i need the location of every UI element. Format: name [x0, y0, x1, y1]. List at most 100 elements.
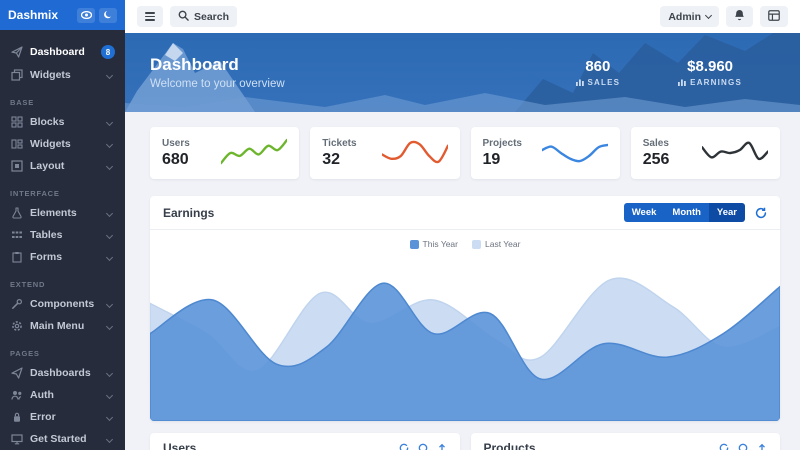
sidebar-item-widgets[interactable]: Widgets — [0, 133, 125, 155]
sidebar-item-dashboard[interactable]: Dashboard 8 — [0, 40, 125, 64]
chart-legend: This Year Last Year — [150, 230, 780, 251]
sidebar-item-label: Tables — [30, 229, 100, 241]
sales-value: 860 — [576, 58, 621, 75]
bottom-cards-row: Users Products — [150, 433, 780, 450]
users-list-card: Users — [150, 433, 460, 450]
stat-label: Tickets — [322, 138, 356, 149]
admin-menu-button[interactable]: Admin — [660, 6, 719, 27]
earnings-value: $8.960 — [678, 58, 742, 75]
fullscreen-icon[interactable] — [738, 443, 748, 450]
chevron-down-icon — [106, 71, 113, 78]
widgets-icon — [10, 138, 23, 150]
legend-label: Last Year — [485, 239, 520, 249]
legend-swatch — [410, 240, 419, 249]
sidebar-section-pages: PAGES — [0, 337, 125, 362]
stat-label: Projects — [483, 138, 522, 149]
legend-label: This Year — [423, 239, 458, 249]
wrench-icon — [10, 298, 23, 310]
chevron-down-icon — [705, 12, 712, 19]
card-title: Products — [484, 441, 720, 450]
stat-value: 256 — [643, 151, 670, 169]
refresh-icon[interactable] — [755, 207, 767, 219]
apps-grid-icon — [768, 10, 780, 24]
sidebar-header: Dashmix — [0, 0, 125, 30]
stat-value: 680 — [162, 151, 190, 169]
page-title: Dashboard — [150, 55, 285, 75]
fullscreen-icon[interactable] — [418, 443, 428, 450]
hero-banner: Dashboard Welcome to your overview 860 S… — [125, 33, 800, 112]
side-overlay-button[interactable] — [760, 6, 788, 27]
sidebar-item-label: Elements — [30, 207, 100, 219]
sidebar-section-interface: INTERFACE — [0, 177, 125, 202]
sidebar-item-elements[interactable]: Elements — [0, 202, 125, 224]
search-button[interactable]: Search — [170, 6, 237, 27]
app-root: Dashmix Dashboard 8 Widgets BASE — [0, 0, 800, 450]
earnings-card: Earnings Week Month Year This Year — [150, 196, 780, 421]
sidebar-item-get-started[interactable]: Get Started — [0, 428, 125, 450]
stat-value: 32 — [322, 151, 356, 169]
chevron-down-icon — [106, 140, 113, 147]
sidebar: Dashmix Dashboard 8 Widgets BASE — [0, 0, 125, 450]
legend-this-year: This Year — [410, 239, 458, 249]
sales-sparkline — [702, 136, 768, 170]
paper-plane-icon — [10, 367, 23, 379]
admin-label: Admin — [668, 11, 701, 23]
search-label: Search — [194, 11, 229, 23]
stat-cards-row: Users 680 Tickets 32 Projects 19 Sales — [150, 127, 780, 179]
legend-swatch — [472, 240, 481, 249]
main-area: Search Admin Dashboard — [125, 0, 800, 450]
chevron-down-icon — [106, 435, 113, 442]
search-icon — [178, 10, 189, 24]
gear-icon — [10, 320, 23, 332]
sidebar-toggle-button[interactable] — [137, 6, 163, 27]
chevron-down-icon — [106, 300, 113, 307]
sidebar-item-layout[interactable]: Layout — [0, 155, 125, 177]
chevron-down-icon — [106, 369, 113, 376]
sidebar-item-page-kits[interactable]: Widgets — [0, 64, 125, 86]
users-icon — [10, 389, 23, 401]
chevron-down-icon — [106, 209, 113, 216]
sidebar-item-auth[interactable]: Auth — [0, 384, 125, 406]
brand-logo: Dashmix — [8, 8, 73, 22]
chevron-down-icon — [106, 413, 113, 420]
sidebar-item-blocks[interactable]: Blocks — [0, 111, 125, 133]
refresh-icon[interactable] — [399, 443, 409, 450]
sidebar-item-label: Widgets — [30, 138, 100, 150]
sidebar-item-label: Layout — [30, 160, 100, 172]
range-year-button[interactable]: Year — [709, 203, 745, 222]
options-icon[interactable] — [757, 443, 767, 450]
sidebar-item-main-menu[interactable]: Main Menu — [0, 315, 125, 337]
sidebar-item-dashboards[interactable]: Dashboards — [0, 362, 125, 384]
notifications-button[interactable] — [726, 6, 753, 27]
chevron-down-icon — [106, 322, 113, 329]
notification-badge: 8 — [101, 45, 115, 59]
range-week-button[interactable]: Week — [624, 203, 665, 222]
eye-icon[interactable] — [77, 8, 95, 23]
chevron-down-icon — [106, 391, 113, 398]
options-icon[interactable] — [437, 443, 447, 450]
legend-last-year: Last Year — [472, 239, 520, 249]
range-button-group: Week Month Year — [624, 203, 745, 222]
sidebar-item-error[interactable]: Error — [0, 406, 125, 428]
bell-icon — [734, 9, 745, 24]
sidebar-item-label: Main Menu — [30, 320, 100, 332]
earnings-stat: $8.960 EARNINGS — [678, 58, 742, 88]
sidebar-section-base: BASE — [0, 86, 125, 111]
stat-label: Sales — [643, 138, 670, 149]
sidebar-item-tables[interactable]: Tables — [0, 224, 125, 246]
stat-value: 19 — [483, 151, 522, 169]
layout-icon — [10, 160, 23, 172]
sales-stat-card: Sales 256 — [631, 127, 780, 179]
content-area: Users 680 Tickets 32 Projects 19 Sales — [125, 112, 800, 450]
sidebar-item-components[interactable]: Components — [0, 293, 125, 315]
earnings-card-header: Earnings Week Month Year — [150, 196, 780, 230]
projects-sparkline — [542, 136, 608, 170]
sidebar-item-forms[interactable]: Forms — [0, 246, 125, 268]
dark-mode-moon-icon[interactable] — [99, 8, 117, 23]
range-month-button[interactable]: Month — [664, 203, 709, 222]
sidebar-item-label: Auth — [30, 389, 100, 401]
grid-icon — [10, 116, 23, 128]
refresh-icon[interactable] — [719, 443, 729, 450]
sidebar-item-label: Dashboard — [30, 46, 94, 58]
page-subtitle: Welcome to your overview — [150, 78, 285, 90]
